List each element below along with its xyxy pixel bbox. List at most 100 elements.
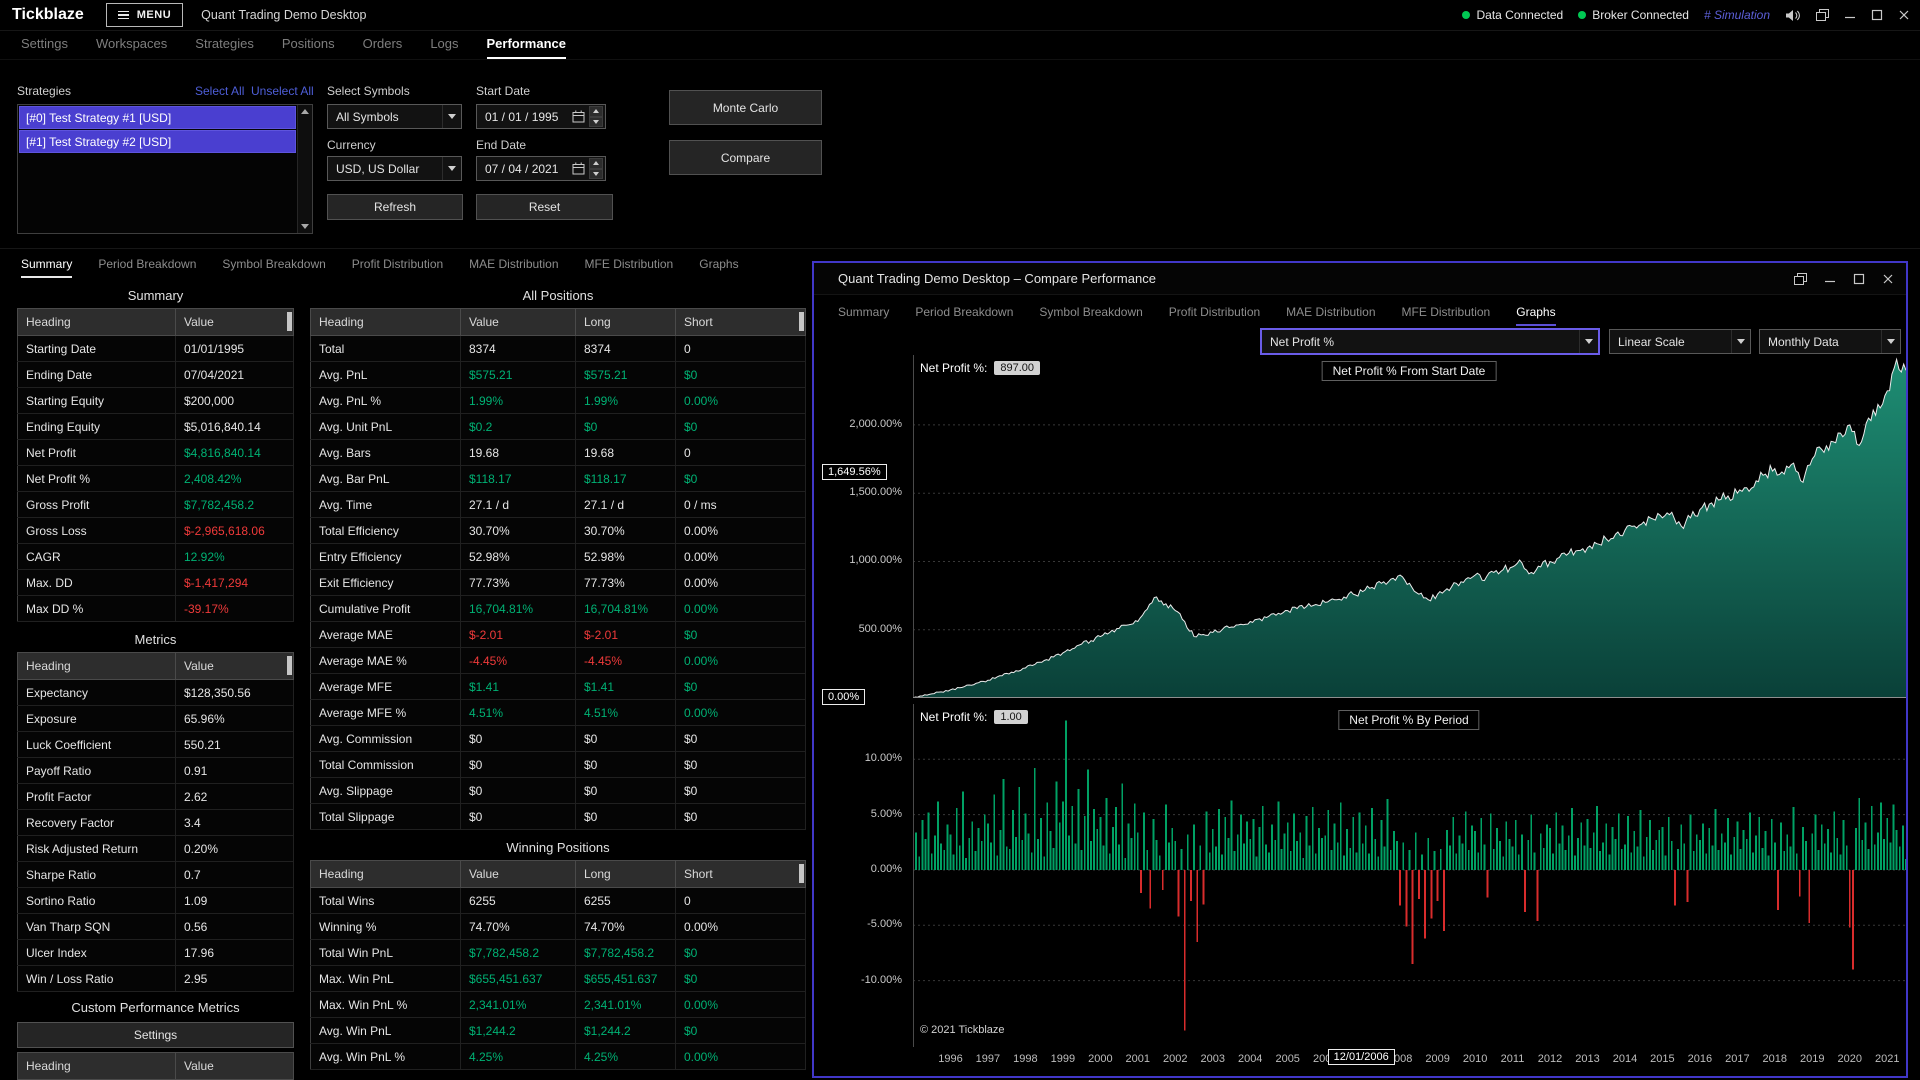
row-value: $575.21 [461, 362, 576, 388]
row-short-value: $0 [676, 362, 806, 388]
tab[interactable]: MFE Distribution [1402, 305, 1491, 326]
minimize-button[interactable] [1824, 273, 1836, 285]
row-value: $7,782,458.2 [461, 940, 576, 966]
volume-icon[interactable] [1785, 9, 1801, 22]
scroll-down-icon[interactable] [301, 224, 309, 229]
calendar-icon[interactable] [572, 162, 585, 175]
table-row: Avg. Unit PnL $0.2 $0 $0 [311, 414, 806, 440]
table-row: Entry Efficiency 52.98% 52.98% 0.00% [311, 544, 806, 570]
listbox-scrollbar[interactable] [297, 105, 312, 233]
tab[interactable]: Logs [430, 36, 458, 59]
tab-label: Summary [21, 257, 72, 271]
tab[interactable]: MAE Distribution [1286, 305, 1375, 326]
table-row: Max. Win PnL % 2,341.01% 2,341.01% 0.00% [311, 992, 806, 1018]
row-long-value: $0 [576, 726, 676, 752]
start-date-field[interactable]: 01 / 01 / 1995 [476, 104, 606, 129]
scroll-up-icon[interactable] [301, 109, 309, 114]
end-date-field[interactable]: 07 / 04 / 2021 [476, 156, 606, 181]
currency-dropdown[interactable]: USD, US Dollar [327, 156, 462, 181]
row-label: Max. Win PnL % [311, 992, 461, 1018]
row-value: $1,244.2 [461, 1018, 576, 1044]
row-value: $128,350.56 [176, 680, 294, 706]
svg-text:2001: 2001 [1126, 1053, 1150, 1065]
menu-button[interactable]: MENU [106, 3, 183, 27]
table-row: Avg. Win PnL % 4.25% 4.25% 0.00% [311, 1044, 806, 1070]
table-scrollbar-thumb[interactable] [287, 656, 292, 675]
tab[interactable]: Period Breakdown [98, 257, 196, 278]
date-spinner[interactable] [589, 106, 603, 127]
tab[interactable]: Performance [487, 36, 566, 59]
cursor-value-badge: 897.00 [994, 361, 1040, 375]
area-chart-canvas[interactable] [913, 355, 1906, 698]
row-long-value: 2,341.01% [576, 992, 676, 1018]
y-axis-tick-label: 500.00% [859, 623, 902, 635]
strategy-list-item[interactable]: [#1] Test Strategy #2 [USD] [19, 130, 296, 153]
tab[interactable]: Graphs [699, 257, 738, 278]
table-scrollbar-thumb[interactable] [799, 312, 804, 331]
tab[interactable]: Positions [282, 36, 335, 59]
row-label: Cumulative Profit [311, 596, 461, 622]
select-all-link[interactable]: Select All [195, 84, 244, 98]
maximize-button[interactable] [1871, 9, 1883, 21]
settings-button[interactable]: Settings [17, 1022, 294, 1048]
row-value: 30.70% [461, 518, 576, 544]
tab[interactable]: Profit Distribution [1169, 305, 1260, 326]
strategy-list-item[interactable]: [#0] Test Strategy #1 [USD] [19, 106, 296, 129]
tab[interactable]: Strategies [195, 36, 254, 59]
tab[interactable]: Summary [838, 305, 889, 326]
compare-window-titlebar[interactable]: Quant Trading Demo Desktop – Compare Per… [814, 263, 1906, 295]
minimize-button[interactable] [1844, 9, 1856, 21]
row-value: -39.17% [176, 596, 294, 622]
reset-button[interactable]: Reset [476, 194, 613, 220]
tab[interactable]: Summary [21, 257, 72, 278]
date-spinner[interactable] [589, 158, 603, 179]
close-button[interactable] [1882, 273, 1894, 285]
col-header-value: Value [461, 861, 576, 888]
tab-label: MAE Distribution [469, 257, 558, 271]
strategy-label: [#0] Test Strategy #1 [USD] [26, 111, 171, 125]
scale-dropdown[interactable]: Linear Scale [1609, 329, 1751, 354]
compare-button[interactable]: Compare [669, 140, 822, 175]
tab[interactable]: Orders [363, 36, 403, 59]
strategies-listbox[interactable]: [#0] Test Strategy #1 [USD] [#1] Test St… [17, 104, 313, 234]
monte-carlo-button[interactable]: Monte Carlo [669, 90, 822, 125]
row-label: Avg. Time [311, 492, 461, 518]
tab[interactable]: MFE Distribution [585, 257, 674, 278]
tab[interactable]: Graphs [1516, 305, 1555, 326]
tab[interactable]: Period Breakdown [915, 305, 1013, 326]
tab-label: Graphs [699, 257, 738, 271]
tab-label: Symbol Breakdown [222, 257, 325, 271]
refresh-button[interactable]: Refresh [327, 194, 463, 220]
row-value: 12.92% [176, 544, 294, 570]
unselect-all-link[interactable]: Unselect All [251, 84, 314, 98]
row-short-value: 0.00% [676, 648, 806, 674]
y-axis-tick-label: 1,000.00% [849, 554, 902, 566]
y-axis-labels: 10.00%5.00%0.00%-5.00%-10.00% [814, 704, 908, 1047]
metric-dropdown[interactable]: Net Profit % [1261, 329, 1599, 354]
application-window: Tickblaze MENU Quant Trading Demo Deskto… [0, 0, 1920, 1080]
calendar-icon[interactable] [572, 110, 585, 123]
net-profit-from-start-chart[interactable]: 500.00%1,000.00%1,500.00%2,000.00% Net P… [814, 355, 1906, 698]
tab[interactable]: Symbol Breakdown [1039, 305, 1142, 326]
popout-icon[interactable] [1794, 273, 1807, 285]
tab[interactable]: MAE Distribution [469, 257, 558, 278]
tab[interactable]: Workspaces [96, 36, 167, 59]
period-dropdown[interactable]: Monthly Data [1759, 329, 1901, 354]
symbols-dropdown[interactable]: All Symbols [327, 104, 462, 129]
tab[interactable]: Symbol Breakdown [222, 257, 325, 278]
popout-icon[interactable] [1816, 9, 1829, 21]
status-label: Broker Connected [1592, 8, 1689, 22]
svg-text:2003: 2003 [1201, 1053, 1225, 1065]
bar-chart-canvas[interactable]: 1996199719981999200020012002200320042005… [913, 704, 1906, 1071]
maximize-button[interactable] [1853, 273, 1865, 285]
table-scrollbar-thumb[interactable] [287, 312, 292, 331]
table-row: Gross Profit $7,782,458.2 [18, 492, 294, 518]
tab[interactable]: Profit Distribution [352, 257, 443, 278]
net-profit-by-period-chart[interactable]: 10.00%5.00%0.00%-5.00%-10.00% 1996199719… [814, 704, 1906, 1071]
tab[interactable]: Settings [21, 36, 68, 59]
table-row: Luck Coefficient 550.21 [18, 732, 294, 758]
table-scrollbar-thumb[interactable] [799, 864, 804, 883]
copyright-label: © 2021 Tickblaze [920, 1024, 1005, 1036]
close-button[interactable] [1898, 9, 1910, 21]
svg-text:1999: 1999 [1051, 1053, 1075, 1065]
